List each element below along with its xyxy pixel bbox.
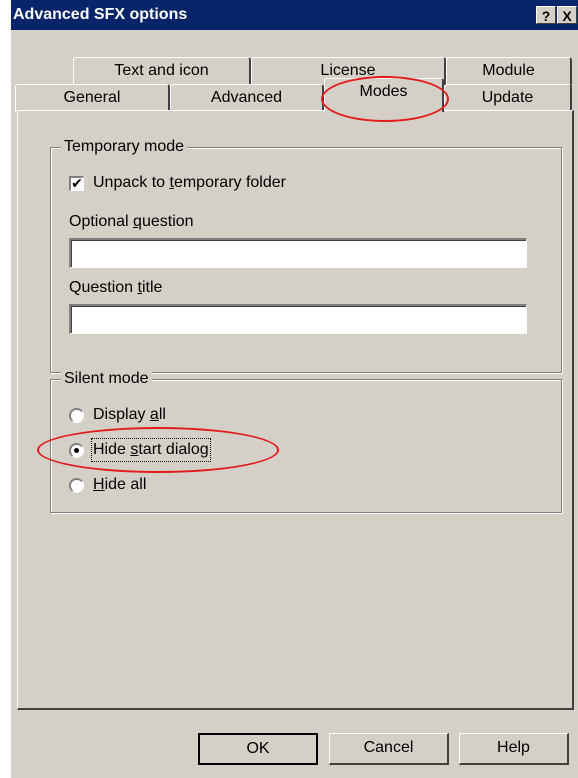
unpack-to-temp-label[interactable]: Unpack to temporary folder bbox=[93, 173, 286, 193]
cancel-button[interactable]: Cancel bbox=[329, 733, 449, 765]
temporary-mode-legend: Temporary mode bbox=[61, 138, 188, 156]
title-bar[interactable]: Advanced SFX options ? X bbox=[11, 0, 578, 30]
hide-start-dialog-highlight-ellipse bbox=[37, 427, 279, 473]
tab-advanced[interactable]: Advanced bbox=[170, 84, 324, 112]
help-dialog-button[interactable]: Help bbox=[459, 733, 569, 765]
help-button[interactable]: ? bbox=[536, 6, 556, 24]
question-title-label: Question title bbox=[69, 279, 163, 296]
tab-module[interactable]: Module bbox=[446, 57, 572, 85]
unpack-to-temp-checkbox[interactable]: ✔ bbox=[69, 176, 84, 191]
close-button[interactable]: X bbox=[557, 6, 577, 24]
close-icon: X bbox=[562, 8, 572, 24]
tab-text-and-icon[interactable]: Text and icon bbox=[73, 57, 251, 85]
modes-tab-panel: Temporary mode ✔ Unpack to temporary fol… bbox=[17, 110, 574, 710]
temporary-mode-group: Temporary mode ✔ Unpack to temporary fol… bbox=[50, 138, 562, 373]
optional-question-label: Optional question bbox=[69, 213, 194, 230]
modes-tab-highlight-ellipse bbox=[321, 76, 449, 122]
help-icon: ? bbox=[541, 8, 551, 24]
display-all-label[interactable]: Display all bbox=[93, 405, 166, 425]
window-title: Advanced SFX options bbox=[13, 6, 188, 23]
optional-question-input[interactable] bbox=[69, 238, 527, 268]
advanced-sfx-options-dialog: Advanced SFX options ? X Text and icon L… bbox=[10, 0, 578, 778]
tab-update[interactable]: Update bbox=[444, 84, 572, 112]
checkmark-icon: ✔ bbox=[71, 175, 83, 191]
tab-general[interactable]: General bbox=[15, 84, 170, 112]
hide-all-radio[interactable] bbox=[69, 478, 84, 493]
display-all-radio[interactable] bbox=[69, 408, 84, 423]
ok-button[interactable]: OK bbox=[198, 733, 318, 765]
question-title-input[interactable] bbox=[69, 304, 527, 334]
silent-mode-legend: Silent mode bbox=[61, 370, 152, 388]
hide-all-label[interactable]: Hide all bbox=[93, 475, 146, 495]
